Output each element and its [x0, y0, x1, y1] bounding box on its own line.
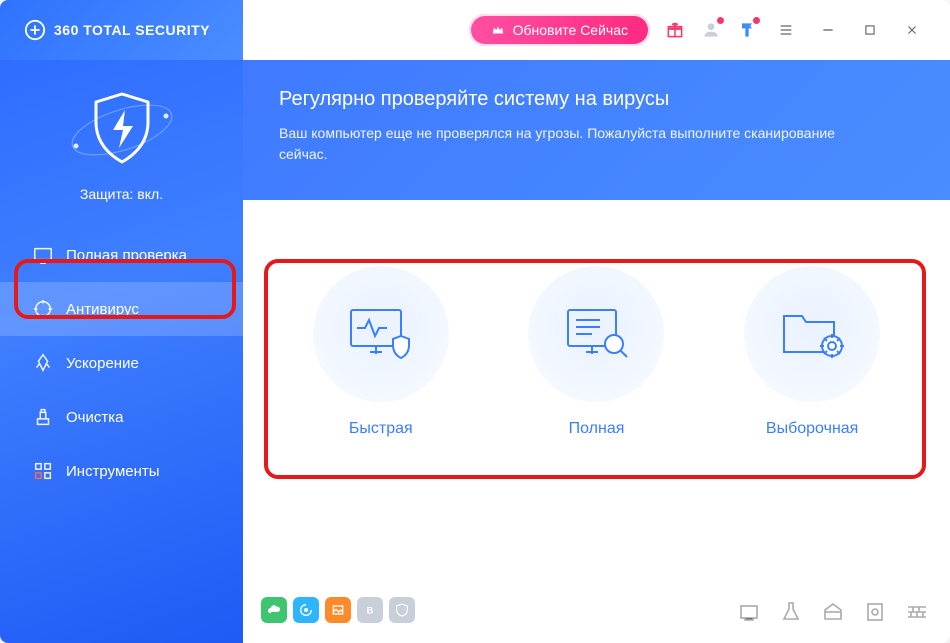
- protection-status-label: Защита: вкл.: [80, 186, 163, 202]
- account-icon[interactable]: [700, 19, 722, 41]
- sidebar-item-full-check[interactable]: Полная проверка: [0, 228, 243, 282]
- full-scan-button[interactable]: Полная: [528, 266, 664, 438]
- sidebar: Защита: вкл. Полная проверка Антивирус У…: [0, 60, 243, 643]
- log-icon[interactable]: [862, 599, 888, 625]
- update-button[interactable]: Обновите Сейчас: [469, 14, 650, 46]
- rocket-icon: [32, 352, 54, 374]
- engine-chip-b[interactable]: B: [357, 597, 383, 623]
- notification-dot: [717, 17, 724, 24]
- hero-title: Регулярно проверяйте систему на вирусы: [279, 88, 914, 111]
- trust-list-icon[interactable]: [820, 599, 846, 625]
- firewall-icon[interactable]: [904, 599, 930, 625]
- app-window: 360 TOTAL SECURITY Обновите Сейчас: [0, 0, 950, 643]
- engine-chip-cloud[interactable]: [261, 597, 287, 623]
- hero-subtitle: Ваш компьютер еще не проверялся на угроз…: [279, 123, 839, 165]
- scan-label: Полная: [569, 420, 625, 438]
- broom-icon: [32, 406, 54, 428]
- quick-scan-button[interactable]: Быстрая: [313, 266, 449, 438]
- gift-icon[interactable]: [664, 19, 686, 41]
- nav-label: Антивирус: [66, 301, 139, 318]
- engine-chip-image[interactable]: [325, 597, 351, 623]
- theme-icon[interactable]: [736, 19, 758, 41]
- menu-button[interactable]: [772, 16, 800, 44]
- titlebar: 360 TOTAL SECURITY Обновите Сейчас: [0, 0, 950, 60]
- maximize-button[interactable]: [856, 16, 884, 44]
- sidebar-item-tools[interactable]: Инструменты: [0, 444, 243, 498]
- tools-bar: [736, 599, 930, 625]
- crown-icon: [491, 23, 505, 37]
- full-scan-icon: [558, 302, 634, 366]
- quick-scan-icon: [343, 302, 419, 366]
- custom-scan-icon: [774, 302, 850, 366]
- shield-bolt-icon: [62, 80, 182, 180]
- quarantine-icon[interactable]: [736, 599, 762, 625]
- sidebar-item-antivirus[interactable]: Антивирус: [0, 282, 243, 336]
- monitor-icon: [32, 244, 54, 266]
- nav-label: Ускорение: [66, 355, 139, 372]
- nav-label: Инструменты: [66, 463, 160, 480]
- crosshair-icon: [32, 298, 54, 320]
- nav-label: Очистка: [66, 409, 123, 426]
- engine-status-bar: B: [261, 597, 415, 623]
- brand-name: 360 TOTAL SECURITY: [54, 22, 210, 38]
- scan-label: Выборочная: [766, 420, 858, 438]
- titlebar-right: Обновите Сейчас: [243, 14, 950, 46]
- brand-logo-icon: [24, 19, 46, 41]
- brand: 360 TOTAL SECURITY: [0, 0, 243, 60]
- close-button[interactable]: [898, 16, 926, 44]
- nav: Полная проверка Антивирус Ускорение Очис…: [0, 228, 243, 498]
- grid-icon: [32, 460, 54, 482]
- engine-chip-swirl[interactable]: [293, 597, 319, 623]
- scan-label: Быстрая: [349, 420, 413, 438]
- engine-chip-check[interactable]: [389, 597, 415, 623]
- notification-dot: [753, 17, 760, 24]
- main: Регулярно проверяйте систему на вирусы В…: [243, 60, 950, 643]
- svg-text:B: B: [367, 605, 374, 615]
- flask-icon[interactable]: [778, 599, 804, 625]
- sidebar-item-speedup[interactable]: Ускорение: [0, 336, 243, 390]
- hero: Регулярно проверяйте систему на вирусы В…: [243, 60, 950, 200]
- custom-scan-button[interactable]: Выборочная: [744, 266, 880, 438]
- sidebar-item-cleanup[interactable]: Очистка: [0, 390, 243, 444]
- scan-options: Быстрая Полная: [243, 200, 950, 438]
- nav-label: Полная проверка: [66, 247, 187, 264]
- update-label: Обновите Сейчас: [513, 22, 628, 38]
- minimize-button[interactable]: [814, 16, 842, 44]
- protection-status: Защита: вкл.: [0, 72, 243, 218]
